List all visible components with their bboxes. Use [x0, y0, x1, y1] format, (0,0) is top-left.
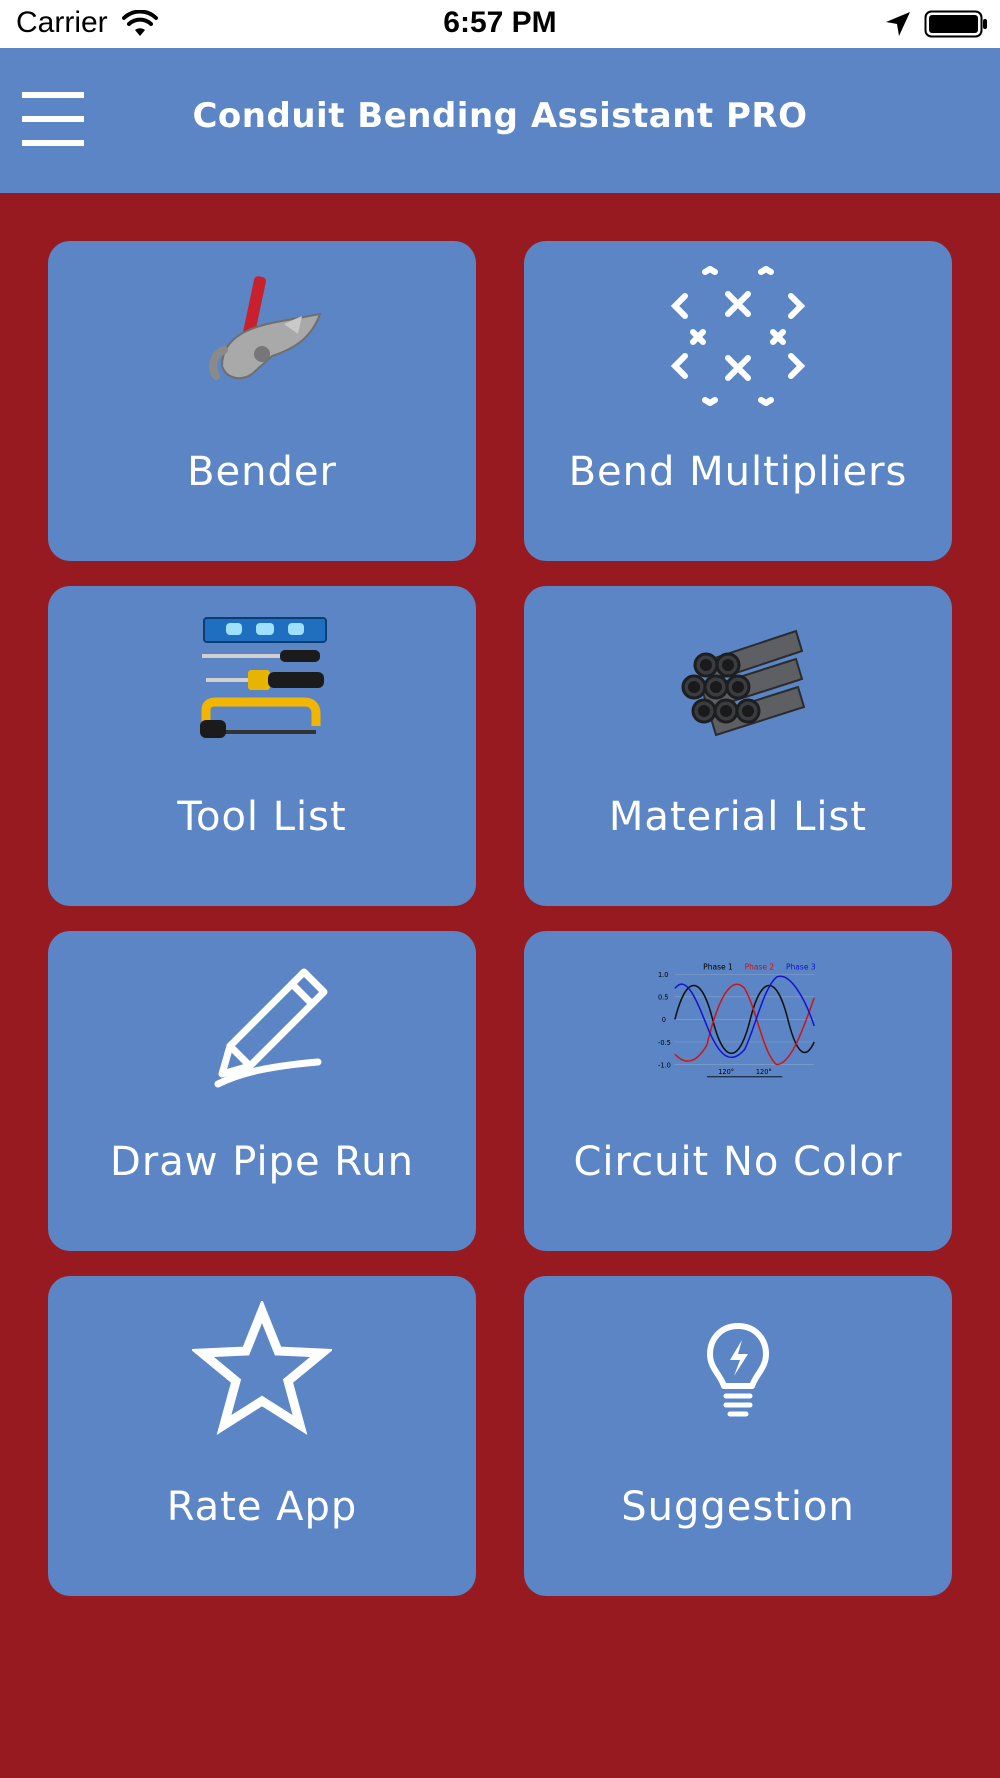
star-icon: [182, 1301, 342, 1441]
app-header: Conduit Bending Assistant PRO: [0, 48, 1000, 193]
pencil-icon: [182, 956, 342, 1096]
angle-label-1: 120°: [718, 1068, 734, 1076]
circuit-no-color-label: Circuit No Color: [573, 1139, 903, 1185]
rate-app-tile[interactable]: Rate App: [48, 1276, 476, 1596]
phase-wave-chart-icon: Phase 1 Phase 2 Phase 3 1.0 0.5 0 -0.5 -…: [658, 956, 818, 1096]
circuit-no-color-tile[interactable]: Phase 1 Phase 2 Phase 3 1.0 0.5 0 -0.5 -…: [524, 931, 952, 1251]
phase-2-legend: Phase 2: [745, 963, 775, 972]
tick-5: -1.0: [658, 1061, 671, 1069]
bend-multipliers-label: Bend Multipliers: [568, 449, 908, 495]
lightbulb-icon: [658, 1301, 818, 1441]
tool-list-tile[interactable]: Tool List: [48, 586, 476, 906]
suggestion-label: Suggestion: [621, 1484, 855, 1530]
phase-3-legend: Phase 3: [786, 963, 816, 972]
bender-label: Bender: [187, 449, 337, 495]
status-bar: Carrier 6:57 PM: [0, 0, 1000, 48]
battery-icon: [924, 10, 987, 38]
phase-1-legend: Phase 1: [703, 963, 733, 972]
tool-list-label: Tool List: [177, 794, 347, 840]
material-list-tile[interactable]: Material List: [524, 586, 952, 906]
tick-4: -0.5: [658, 1039, 671, 1047]
tick-1: 1.0: [658, 971, 668, 979]
tick-2: 0.5: [658, 994, 668, 1002]
angle-label-2: 120°: [756, 1068, 772, 1076]
page-title: Conduit Bending Assistant PRO: [192, 96, 808, 136]
tick-3: 0: [662, 1016, 666, 1024]
draw-pipe-run-tile[interactable]: Draw Pipe Run: [48, 931, 476, 1251]
suggestion-tile[interactable]: Suggestion: [524, 1276, 952, 1596]
rate-app-label: Rate App: [166, 1484, 358, 1530]
bend-multipliers-icon: [658, 266, 818, 406]
draw-pipe-run-label: Draw Pipe Run: [110, 1139, 414, 1185]
clock: 6:57 PM: [443, 6, 557, 39]
pipes-icon: [658, 611, 818, 751]
bend-multipliers-tile[interactable]: Bend Multipliers: [524, 241, 952, 561]
tools-icon: [182, 611, 342, 751]
bender-tile[interactable]: Bender: [48, 241, 476, 561]
location-arrow-icon: [886, 12, 910, 36]
material-list-label: Material List: [608, 794, 868, 840]
pipe-bender-icon: [182, 266, 342, 406]
